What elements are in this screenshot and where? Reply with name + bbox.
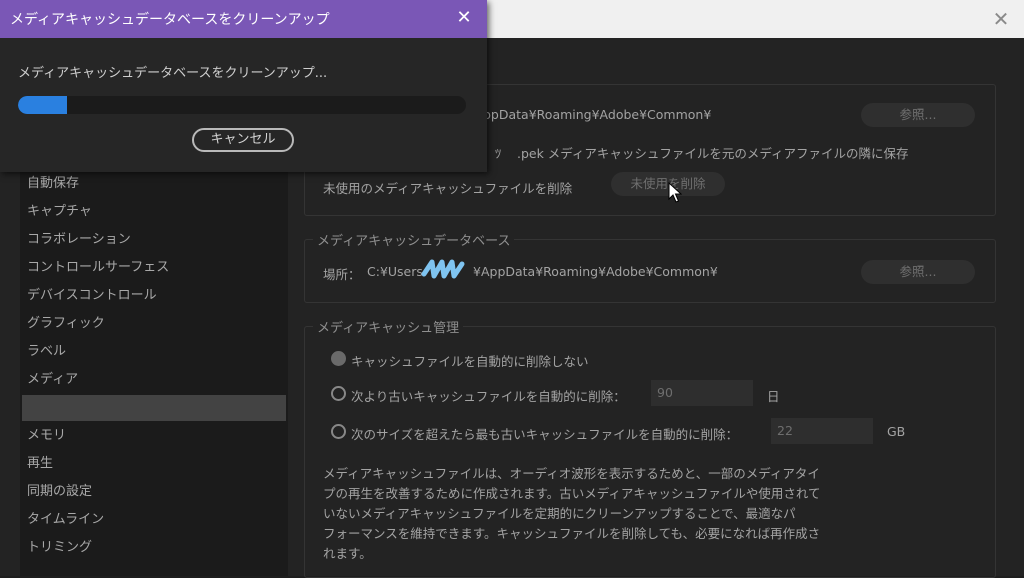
option-no-auto-delete-label[interactable]: キャッシュファイルを自動的に削除しない xyxy=(351,351,589,370)
sidebar-item-selected[interactable] xyxy=(22,395,286,421)
radio-delete-older[interactable] xyxy=(331,386,346,401)
progress-fill xyxy=(18,96,68,114)
dialog-title: メディアキャッシュデータベースをクリーンアップ xyxy=(10,12,330,28)
remove-unused-label: 未使用のメディアキャッシュファイルを削除 xyxy=(323,181,573,196)
option-delete-older-label[interactable]: 次より古いキャッシュファイルを自動的に削除： xyxy=(351,386,626,405)
radio-no-auto-delete[interactable] xyxy=(331,351,346,366)
sidebar-item-memory[interactable]: メモリ xyxy=(22,423,286,449)
close-icon[interactable]: ✕ xyxy=(453,7,475,29)
sidebar-item-trimming[interactable]: トリミング xyxy=(22,535,286,561)
age-unit-label: 日 xyxy=(767,389,780,404)
save-option-prefix: ﾂ xyxy=(495,146,502,161)
sidebar-item-playback[interactable]: 再生 xyxy=(22,451,286,477)
size-unit-label: GB xyxy=(887,424,906,439)
description-line-5: れます。 xyxy=(323,546,372,561)
cache-browse-button[interactable]: 参照... xyxy=(861,103,975,127)
sidebar-item-collaboration[interactable]: コラボレーション xyxy=(22,227,286,253)
sidebar-item-autosave[interactable]: 自動保存 xyxy=(22,171,286,197)
sidebar-item-control-surface[interactable]: コントロールサーフェス xyxy=(22,255,286,281)
description-line-2: プの再生を改善するために作成されます。古いメディアキャッシュファイルや使用されて xyxy=(323,486,821,501)
media-cache-management-section: メディアキャッシュ管理 キャッシュファイルを自動的に削除しない 次より古いキャッ… xyxy=(304,317,996,578)
cleanup-progress-bar xyxy=(18,96,466,114)
close-icon[interactable]: ✕ xyxy=(990,8,1012,30)
sidebar-item-capture[interactable]: キャプチャ xyxy=(22,199,286,225)
dialog-titlebar: メディアキャッシュデータベースをクリーンアップ ✕ xyxy=(0,0,487,38)
description-line-1: メディアキャッシュファイルは、オーディオ波形を表示するためと、一部のメディアタイ xyxy=(323,466,820,481)
management-section-title: メディアキャッシュ管理 xyxy=(313,317,464,336)
save-next-to-media-label[interactable]: .pek メディアキャッシュファイルを元のメディアファイルの隣に保存 xyxy=(517,143,909,162)
database-browse-button[interactable]: 参照... xyxy=(861,260,975,284)
cleanup-dialog: メディアキャッシュデータベースをクリーンアップ ✕ メディアキャッシュデータベー… xyxy=(0,0,487,172)
media-cache-database-section: メディアキャッシュデータベース 場所： C:¥Users ¥AppData¥Ro… xyxy=(304,230,996,303)
sidebar-item-device-control[interactable]: デバイスコントロール xyxy=(22,283,286,309)
description-line-4: フォーマンスを維持できます。キャッシュファイルを削除しても、必要になれば再作成さ xyxy=(323,526,821,541)
database-section-title: メディアキャッシュデータベース xyxy=(313,230,515,249)
age-days-input[interactable]: 90 xyxy=(651,380,753,406)
dialog-message: メディアキャッシュデータベースをクリーンアップ... xyxy=(18,66,328,81)
database-location-label: 場所： xyxy=(323,267,361,282)
sidebar-item-sync-settings[interactable]: 同期の設定 xyxy=(22,479,286,505)
radio-delete-over-size[interactable] xyxy=(331,424,346,439)
mouse-cursor-icon xyxy=(668,182,682,203)
option-delete-over-size-label[interactable]: 次のサイズを超えたら最も古いキャッシュファイルを自動的に削除： xyxy=(351,424,738,443)
sidebar-item-media[interactable]: メディア xyxy=(22,367,286,393)
cancel-button[interactable]: キャンセル xyxy=(192,128,294,152)
size-gb-input[interactable]: 22 xyxy=(771,418,873,444)
cache-location-path: ppData¥Roaming¥Adobe¥Common¥ xyxy=(483,107,712,122)
description-line-3: いないメディアキャッシュファイルを定期的にクリーンアップすることで、最適なパ xyxy=(323,506,796,521)
redaction-scribble xyxy=(421,259,465,279)
database-location-path-start: C:¥Users xyxy=(367,264,423,279)
database-location-path-end: ¥AppData¥Roaming¥Adobe¥Common¥ xyxy=(473,264,718,279)
sidebar-item-timeline[interactable]: タイムライン xyxy=(22,507,286,533)
sidebar-item-graphics[interactable]: グラフィック xyxy=(22,311,286,337)
sidebar-item-labels[interactable]: ラベル xyxy=(22,339,286,365)
